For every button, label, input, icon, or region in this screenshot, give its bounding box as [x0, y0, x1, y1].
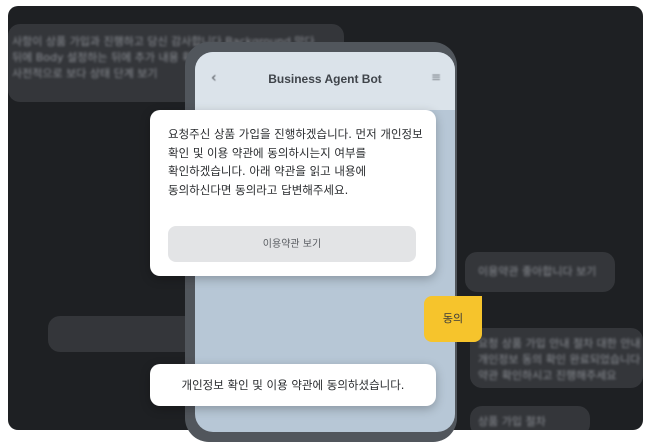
chat-title: Business Agent Bot [268, 72, 382, 86]
bot-message-card: 요청주신 상품 가입을 진행하겠습니다. 먼저 개인정보 확인 및 이용 약관에… [150, 110, 436, 276]
user-agree-bubble: 동의 [424, 296, 482, 342]
background-right-line-1: 요청 상품 가입 안내 절차 대한 안내 [478, 337, 641, 350]
background-card-left [48, 316, 208, 352]
consent-confirmation-text: 개인정보 확인 및 이용 약관에 동의하셨습니다. [181, 378, 405, 392]
phone-header: ‹ Business Agent Bot ≡ [195, 52, 455, 110]
background-line-2: 뒤에 Body 설정하는 뒤에 추가 내용 확인 [12, 51, 203, 64]
bot-message-text: 요청주신 상품 가입을 진행하겠습니다. 먼저 개인정보 확인 및 이용 약관에… [168, 127, 423, 197]
menu-icon[interactable]: ≡ [431, 70, 441, 84]
background-line-3: 사전적으로 보다 상태 단계 보기 [12, 67, 158, 80]
consent-confirmation-bubble: 개인정보 확인 및 이용 약관에 동의하셨습니다. [150, 364, 436, 406]
view-terms-button[interactable]: 이용약관 보기 [168, 226, 416, 262]
background-right-label: 이용약관 좋아합니다 보기 [478, 265, 597, 278]
background-right-line-2: 개인정보 동의 확인 완료되었습니다 대해 [478, 353, 643, 366]
background-right-line-3: 약관 확인하시고 진행해주세요 [478, 369, 617, 382]
background-right-line-4: 상품 가입 절차 [478, 415, 546, 428]
